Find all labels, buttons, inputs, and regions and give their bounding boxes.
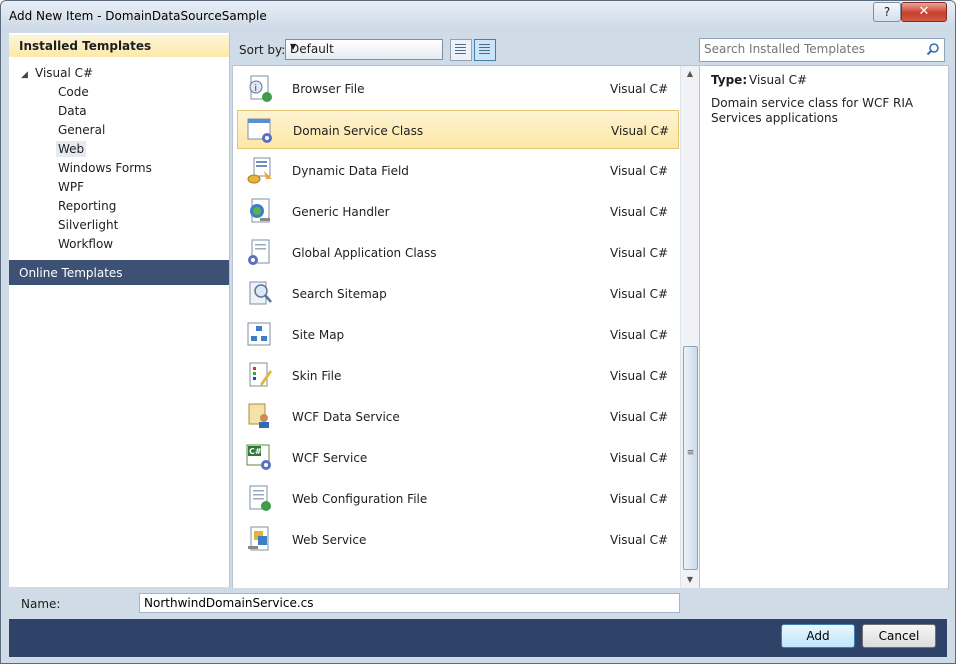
template-language: Visual C#: [610, 451, 669, 465]
svg-text:i: i: [255, 84, 258, 94]
scrollbar-thumb[interactable]: ≡: [683, 346, 698, 570]
svg-text:C#: C#: [249, 447, 262, 456]
template-name: Search Sitemap: [292, 287, 387, 301]
template-item[interactable]: Dynamic Data Field Visual C#: [237, 151, 679, 190]
tree-node-label: Visual C#: [35, 66, 94, 80]
search-sitemap-icon: [249, 281, 272, 305]
template-item[interactable]: Generic Handler Visual C#: [237, 192, 679, 231]
template-name: Web Configuration File: [292, 492, 428, 506]
tree-item-reporting[interactable]: Reporting: [56, 198, 118, 214]
dialog-footer: Add Cancel: [9, 619, 947, 657]
template-details-pane: Type: Visual C# Domain service class for…: [699, 65, 949, 589]
template-language: Visual C#: [610, 287, 669, 301]
add-new-item-dialog: Add New Item - DomainDataSourceSample ? …: [0, 0, 956, 664]
tree-item-wpf[interactable]: WPF: [56, 179, 86, 195]
tree-item-data[interactable]: Data: [56, 103, 89, 119]
generic-handler-icon: [250, 198, 270, 223]
list-view-icon: [479, 44, 490, 55]
sort-by-label: Sort by:: [239, 43, 286, 57]
list-view-button[interactable]: [474, 39, 496, 61]
template-name: Site Map: [292, 328, 345, 342]
template-categories-pane: Installed Templates ◢ Visual C# Code Data G…: [9, 33, 230, 587]
domain-service-class-icon: [247, 118, 272, 143]
template-name: Domain Service Class: [293, 124, 424, 138]
window-title: Add New Item - DomainDataSourceSample: [9, 9, 267, 23]
online-templates-label: Online Templates: [19, 266, 123, 280]
scroll-up-icon[interactable]: ▲: [681, 66, 699, 82]
name-field[interactable]: [139, 593, 680, 613]
template-language: Visual C#: [610, 205, 669, 219]
browser-file-icon: i: [249, 75, 272, 102]
web-configuration-file-icon: [249, 485, 271, 511]
template-item[interactable]: Search Sitemap Visual C#: [237, 274, 679, 313]
template-item[interactable]: i Browser File Visual C#: [237, 69, 679, 108]
grip-icon: ≡: [686, 448, 695, 458]
template-name: Skin File: [292, 369, 342, 383]
skin-file-icon: [249, 362, 272, 387]
tree-item-workflow[interactable]: Workflow: [56, 236, 115, 252]
close-button[interactable]: ✕: [901, 2, 947, 22]
search-input[interactable]: [704, 41, 914, 57]
template-language: Visual C#: [610, 492, 669, 506]
web-service-icon: [248, 526, 269, 551]
template-name: Generic Handler: [292, 205, 390, 219]
template-name: Dynamic Data Field: [292, 164, 409, 178]
template-list: i Browser File Visual C# Domain Service Cla…: [232, 65, 700, 589]
template-item[interactable]: C# WCF Service Visual C#: [237, 438, 679, 477]
template-language: Visual C#: [610, 369, 669, 383]
template-language: Visual C#: [610, 164, 669, 178]
search-icon[interactable]: [926, 42, 940, 56]
dynamic-data-field-icon: [247, 157, 272, 184]
dropdown-arrow-icon: ▼: [290, 42, 297, 51]
template-language: Visual C#: [610, 410, 669, 424]
template-name: WCF Data Service: [292, 410, 400, 424]
wcf-service-icon: C#: [246, 444, 271, 470]
template-item[interactable]: Domain Service Class Visual C#: [237, 110, 679, 149]
template-language: Visual C#: [611, 124, 670, 138]
online-templates-header[interactable]: Online Templates: [9, 260, 229, 285]
wcf-data-service-icon: [248, 403, 269, 428]
template-language: Visual C#: [610, 328, 669, 342]
template-list-scrollbar[interactable]: ▲ ≡ ▼: [680, 66, 699, 588]
name-row: Name:: [9, 588, 947, 618]
tree-item-code[interactable]: Code: [56, 84, 91, 100]
site-map-icon: [247, 322, 271, 346]
add-button[interactable]: Add: [781, 624, 855, 648]
template-item[interactable]: Global Application Class Visual C#: [237, 233, 679, 272]
tree-node-visual-csharp[interactable]: ◢ Visual C#: [21, 66, 93, 80]
title-bar[interactable]: Add New Item - DomainDataSourceSample ? …: [1, 1, 955, 31]
tree-item-web[interactable]: Web: [56, 141, 87, 157]
type-value: Visual C#: [749, 73, 808, 87]
name-label: Name:: [21, 597, 61, 611]
installed-templates-header[interactable]: Installed Templates: [9, 35, 229, 57]
expand-arrow-icon[interactable]: ◢: [21, 70, 35, 80]
search-box[interactable]: [699, 38, 945, 62]
template-language: Visual C#: [610, 533, 669, 547]
tree-item-general[interactable]: General: [56, 122, 107, 138]
tree-item-windows-forms[interactable]: Windows Forms: [56, 160, 154, 176]
grid-view-icon: [455, 44, 466, 55]
sort-toolbar: Sort by: Default ▼: [231, 33, 697, 65]
scroll-down-icon[interactable]: ▼: [681, 572, 699, 588]
template-name: Global Application Class: [292, 246, 437, 260]
template-language: Visual C#: [610, 82, 669, 96]
template-item[interactable]: Web Service Visual C#: [237, 520, 679, 559]
installed-templates-label: Installed Templates: [19, 39, 152, 53]
template-name: Browser File: [292, 82, 365, 96]
template-name: WCF Service: [292, 451, 368, 465]
help-button[interactable]: ?: [873, 2, 901, 22]
cancel-button[interactable]: Cancel: [862, 624, 936, 648]
template-name: Web Service: [292, 533, 367, 547]
sort-by-dropdown[interactable]: Default ▼: [285, 39, 443, 60]
template-description: Domain service class for WCF RIA Service…: [711, 96, 914, 125]
medium-icons-view-button[interactable]: [450, 39, 472, 61]
template-item[interactable]: Site Map Visual C#: [237, 315, 679, 354]
template-item[interactable]: Web Configuration File Visual C#: [237, 479, 679, 518]
tree-item-silverlight[interactable]: Silverlight: [56, 217, 120, 233]
global-application-class-icon: [248, 239, 270, 265]
template-item[interactable]: WCF Data Service Visual C#: [237, 397, 679, 436]
template-language: Visual C#: [610, 246, 669, 260]
type-label: Type:: [711, 73, 748, 87]
template-item[interactable]: Skin File Visual C#: [237, 356, 679, 395]
